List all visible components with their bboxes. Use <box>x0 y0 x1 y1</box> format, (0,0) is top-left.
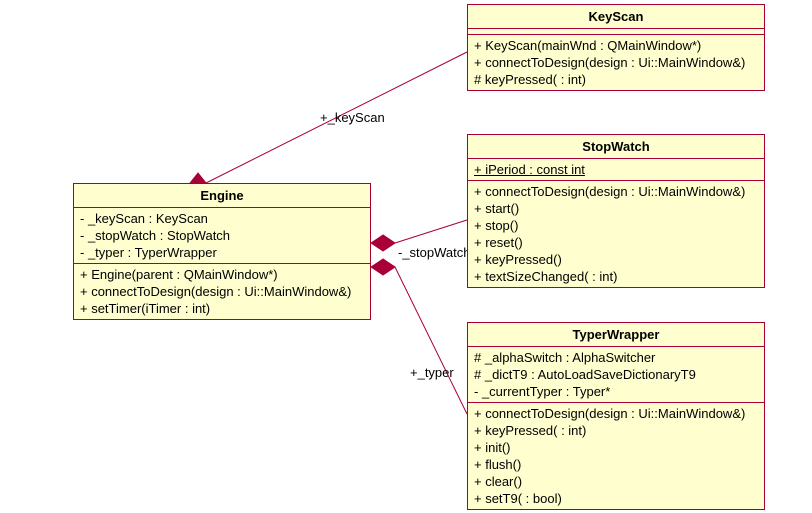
op-row: + flush() <box>474 456 758 473</box>
class-stopwatch-title: StopWatch <box>468 135 764 159</box>
attr-row: - _stopWatch : StopWatch <box>80 227 364 244</box>
op-row: + connectToDesign(design : Ui::MainWindo… <box>474 183 758 200</box>
op-row: # keyPressed( : int) <box>474 71 758 88</box>
class-stopwatch-operations: + connectToDesign(design : Ui::MainWindo… <box>468 181 764 287</box>
op-row: + setT9( : bool) <box>474 490 758 507</box>
class-typerwrapper-operations: + connectToDesign(design : Ui::MainWindo… <box>468 403 764 509</box>
attr-row: # _dictT9 : AutoLoadSaveDictionaryT9 <box>474 366 758 383</box>
class-stopwatch: StopWatch + iPeriod : const int + connec… <box>467 134 765 288</box>
class-typerwrapper-title: TyperWrapper <box>468 323 764 347</box>
class-keyscan-operations: + KeyScan(mainWnd : QMainWindow*) + conn… <box>468 35 764 90</box>
class-keyscan-title: KeyScan <box>468 5 764 29</box>
class-typerwrapper-attributes: # _alphaSwitch : AlphaSwitcher # _dictT9… <box>468 347 764 403</box>
relation-label-typer: +_typer <box>410 365 454 380</box>
class-stopwatch-attributes: + iPeriod : const int <box>468 159 764 181</box>
op-row: + start() <box>474 200 758 217</box>
op-row: + clear() <box>474 473 758 490</box>
attr-row: - _keyScan : KeyScan <box>80 210 364 227</box>
op-row: + connectToDesign(design : Ui::MainWindo… <box>474 405 758 422</box>
relation-label-keyscan: +_keyScan <box>320 110 385 125</box>
class-engine-attributes: - _keyScan : KeyScan - _stopWatch : Stop… <box>74 208 370 264</box>
op-row: + stop() <box>474 217 758 234</box>
class-keyscan: KeyScan + KeyScan(mainWnd : QMainWindow*… <box>467 4 765 91</box>
op-row: + connectToDesign(design : Ui::MainWindo… <box>80 283 364 300</box>
class-engine-operations: + Engine(parent : QMainWindow*) + connec… <box>74 264 370 319</box>
attr-row: - _typer : TyperWrapper <box>80 244 364 261</box>
op-row: + keyPressed( : int) <box>474 422 758 439</box>
relation-label-stopwatch: -_stopWatch <box>398 245 471 260</box>
class-typerwrapper: TyperWrapper # _alphaSwitch : AlphaSwitc… <box>467 322 765 510</box>
op-row: + setTimer(iTimer : int) <box>80 300 364 317</box>
class-engine-title: Engine <box>74 184 370 208</box>
op-row: + Engine(parent : QMainWindow*) <box>80 266 364 283</box>
attr-row: # _alphaSwitch : AlphaSwitcher <box>474 349 758 366</box>
attr-row-static: + iPeriod : const int <box>474 161 758 178</box>
op-row: + init() <box>474 439 758 456</box>
op-row: + textSizeChanged( : int) <box>474 268 758 285</box>
attr-row: - _currentTyper : Typer* <box>474 383 758 400</box>
class-engine: Engine - _keyScan : KeyScan - _stopWatch… <box>73 183 371 320</box>
op-row: + keyPressed() <box>474 251 758 268</box>
op-row: + KeyScan(mainWnd : QMainWindow*) <box>474 37 758 54</box>
op-row: + reset() <box>474 234 758 251</box>
op-row: + connectToDesign(design : Ui::MainWindo… <box>474 54 758 71</box>
